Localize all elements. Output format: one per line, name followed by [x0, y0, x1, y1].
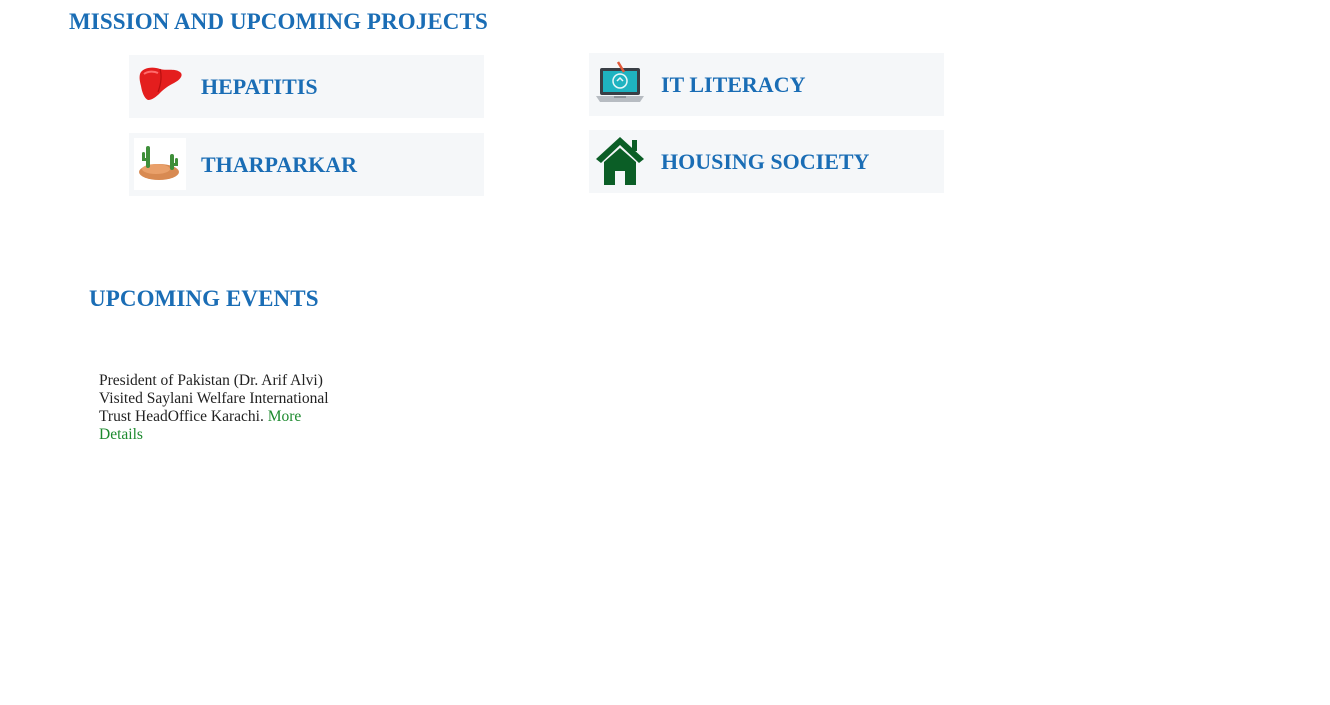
project-card-housing-society[interactable]: HOUSING SOCIETY: [589, 130, 944, 193]
laptop-icon: [596, 61, 644, 102]
house-icon: [596, 137, 644, 185]
liver-icon: [139, 67, 182, 100]
events-section-title: UPCOMING EVENTS: [89, 286, 319, 311]
project-card-it-literacy[interactable]: IT LITERACY: [589, 53, 944, 116]
project-label-tharparkar: THARPARKAR: [201, 151, 358, 177]
mission-section-title: MISSION AND UPCOMING PROJECTS: [69, 9, 488, 34]
project-card-hepatitis[interactable]: HEPATITIS: [129, 55, 484, 118]
project-card-tharparkar[interactable]: THARPARKAR: [129, 133, 484, 196]
project-label-hepatitis: HEPATITIS: [201, 73, 318, 99]
project-label-housing-society: HOUSING SOCIETY: [661, 148, 870, 174]
desert-cactus-icon: [134, 138, 186, 190]
page: MISSION AND UPCOMING PROJECTS HEPATITIS …: [0, 0, 1330, 705]
event-item: President of Pakistan (Dr. Arif Alvi) Vi…: [99, 372, 344, 444]
project-label-it-literacy: IT LITERACY: [661, 71, 806, 97]
